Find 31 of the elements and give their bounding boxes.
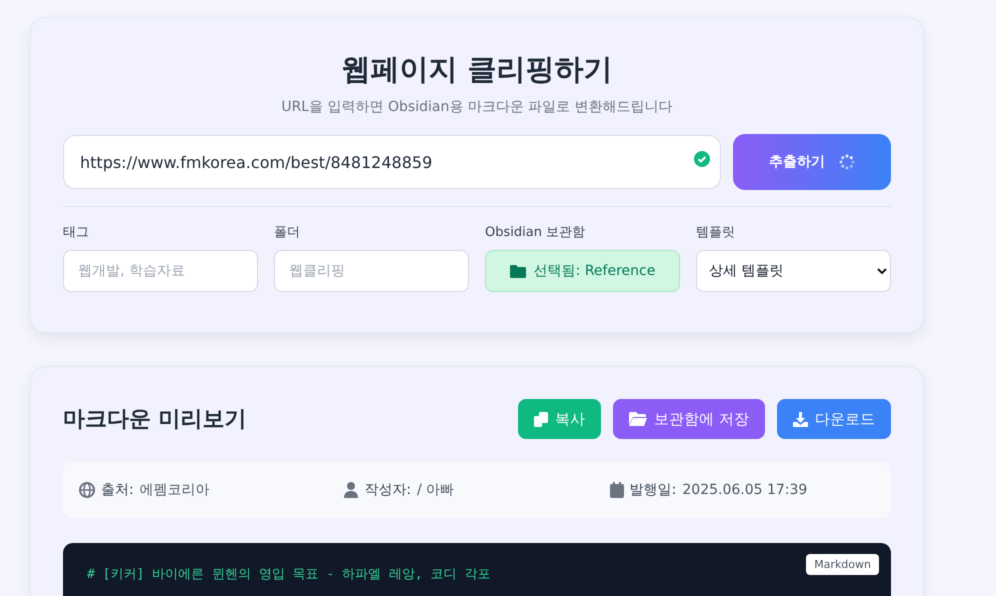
vault-button[interactable]: 선택됨: Reference <box>485 250 680 292</box>
folder-icon <box>510 264 526 278</box>
meta-label: 출처: <box>101 481 134 499</box>
url-field[interactable]: https://www.fmkorea.com/best/8481248859 <box>63 135 721 189</box>
field-label: 폴더 <box>274 224 301 241</box>
folder-icon <box>629 412 648 426</box>
save-button[interactable]: 보관함에 저장 <box>613 399 765 439</box>
download-button[interactable]: 다운로드 <box>777 399 891 439</box>
meta-value: 2025.06.05 17:39 <box>682 482 808 498</box>
calendar-icon <box>610 482 624 498</box>
field-label: 템플릿 <box>696 224 736 241</box>
field-label: 태그 <box>63 224 90 241</box>
download-icon <box>793 412 808 426</box>
copy-icon <box>534 412 548 426</box>
meta-label: 발행일: <box>630 481 676 499</box>
input-field[interactable]: 웹클리핑 <box>274 250 469 292</box>
meta-value: / 아빠 <box>417 481 454 499</box>
template-select[interactable]: 상세 템플릿 <box>696 250 891 292</box>
user-icon <box>344 482 358 498</box>
field-label: Obsidian 보관함 <box>485 224 586 241</box>
extract-button[interactable]: 추출하기 <box>733 134 891 190</box>
page-title: 웹페이지 클리핑하기 <box>340 51 614 88</box>
meta-label: 작성자: <box>364 481 412 499</box>
input-field[interactable]: 웹개발, 학습자료 <box>63 250 258 292</box>
language-badge: Markdown <box>806 554 879 575</box>
copy-button[interactable]: 복사 <box>518 399 602 439</box>
section-title: 마크다운 미리보기 <box>63 406 247 434</box>
code-line: # [키커] 바이에른 뮌헨의 영입 목표 - 하파엘 레앙, 코디 각포 <box>87 566 492 583</box>
globe-icon <box>79 482 95 498</box>
subtitle: URL을 입력하면 Obsidian용 마크다운 파일로 변환해드립니다 <box>280 98 674 116</box>
meta-value: 에펨코리아 <box>140 481 210 499</box>
